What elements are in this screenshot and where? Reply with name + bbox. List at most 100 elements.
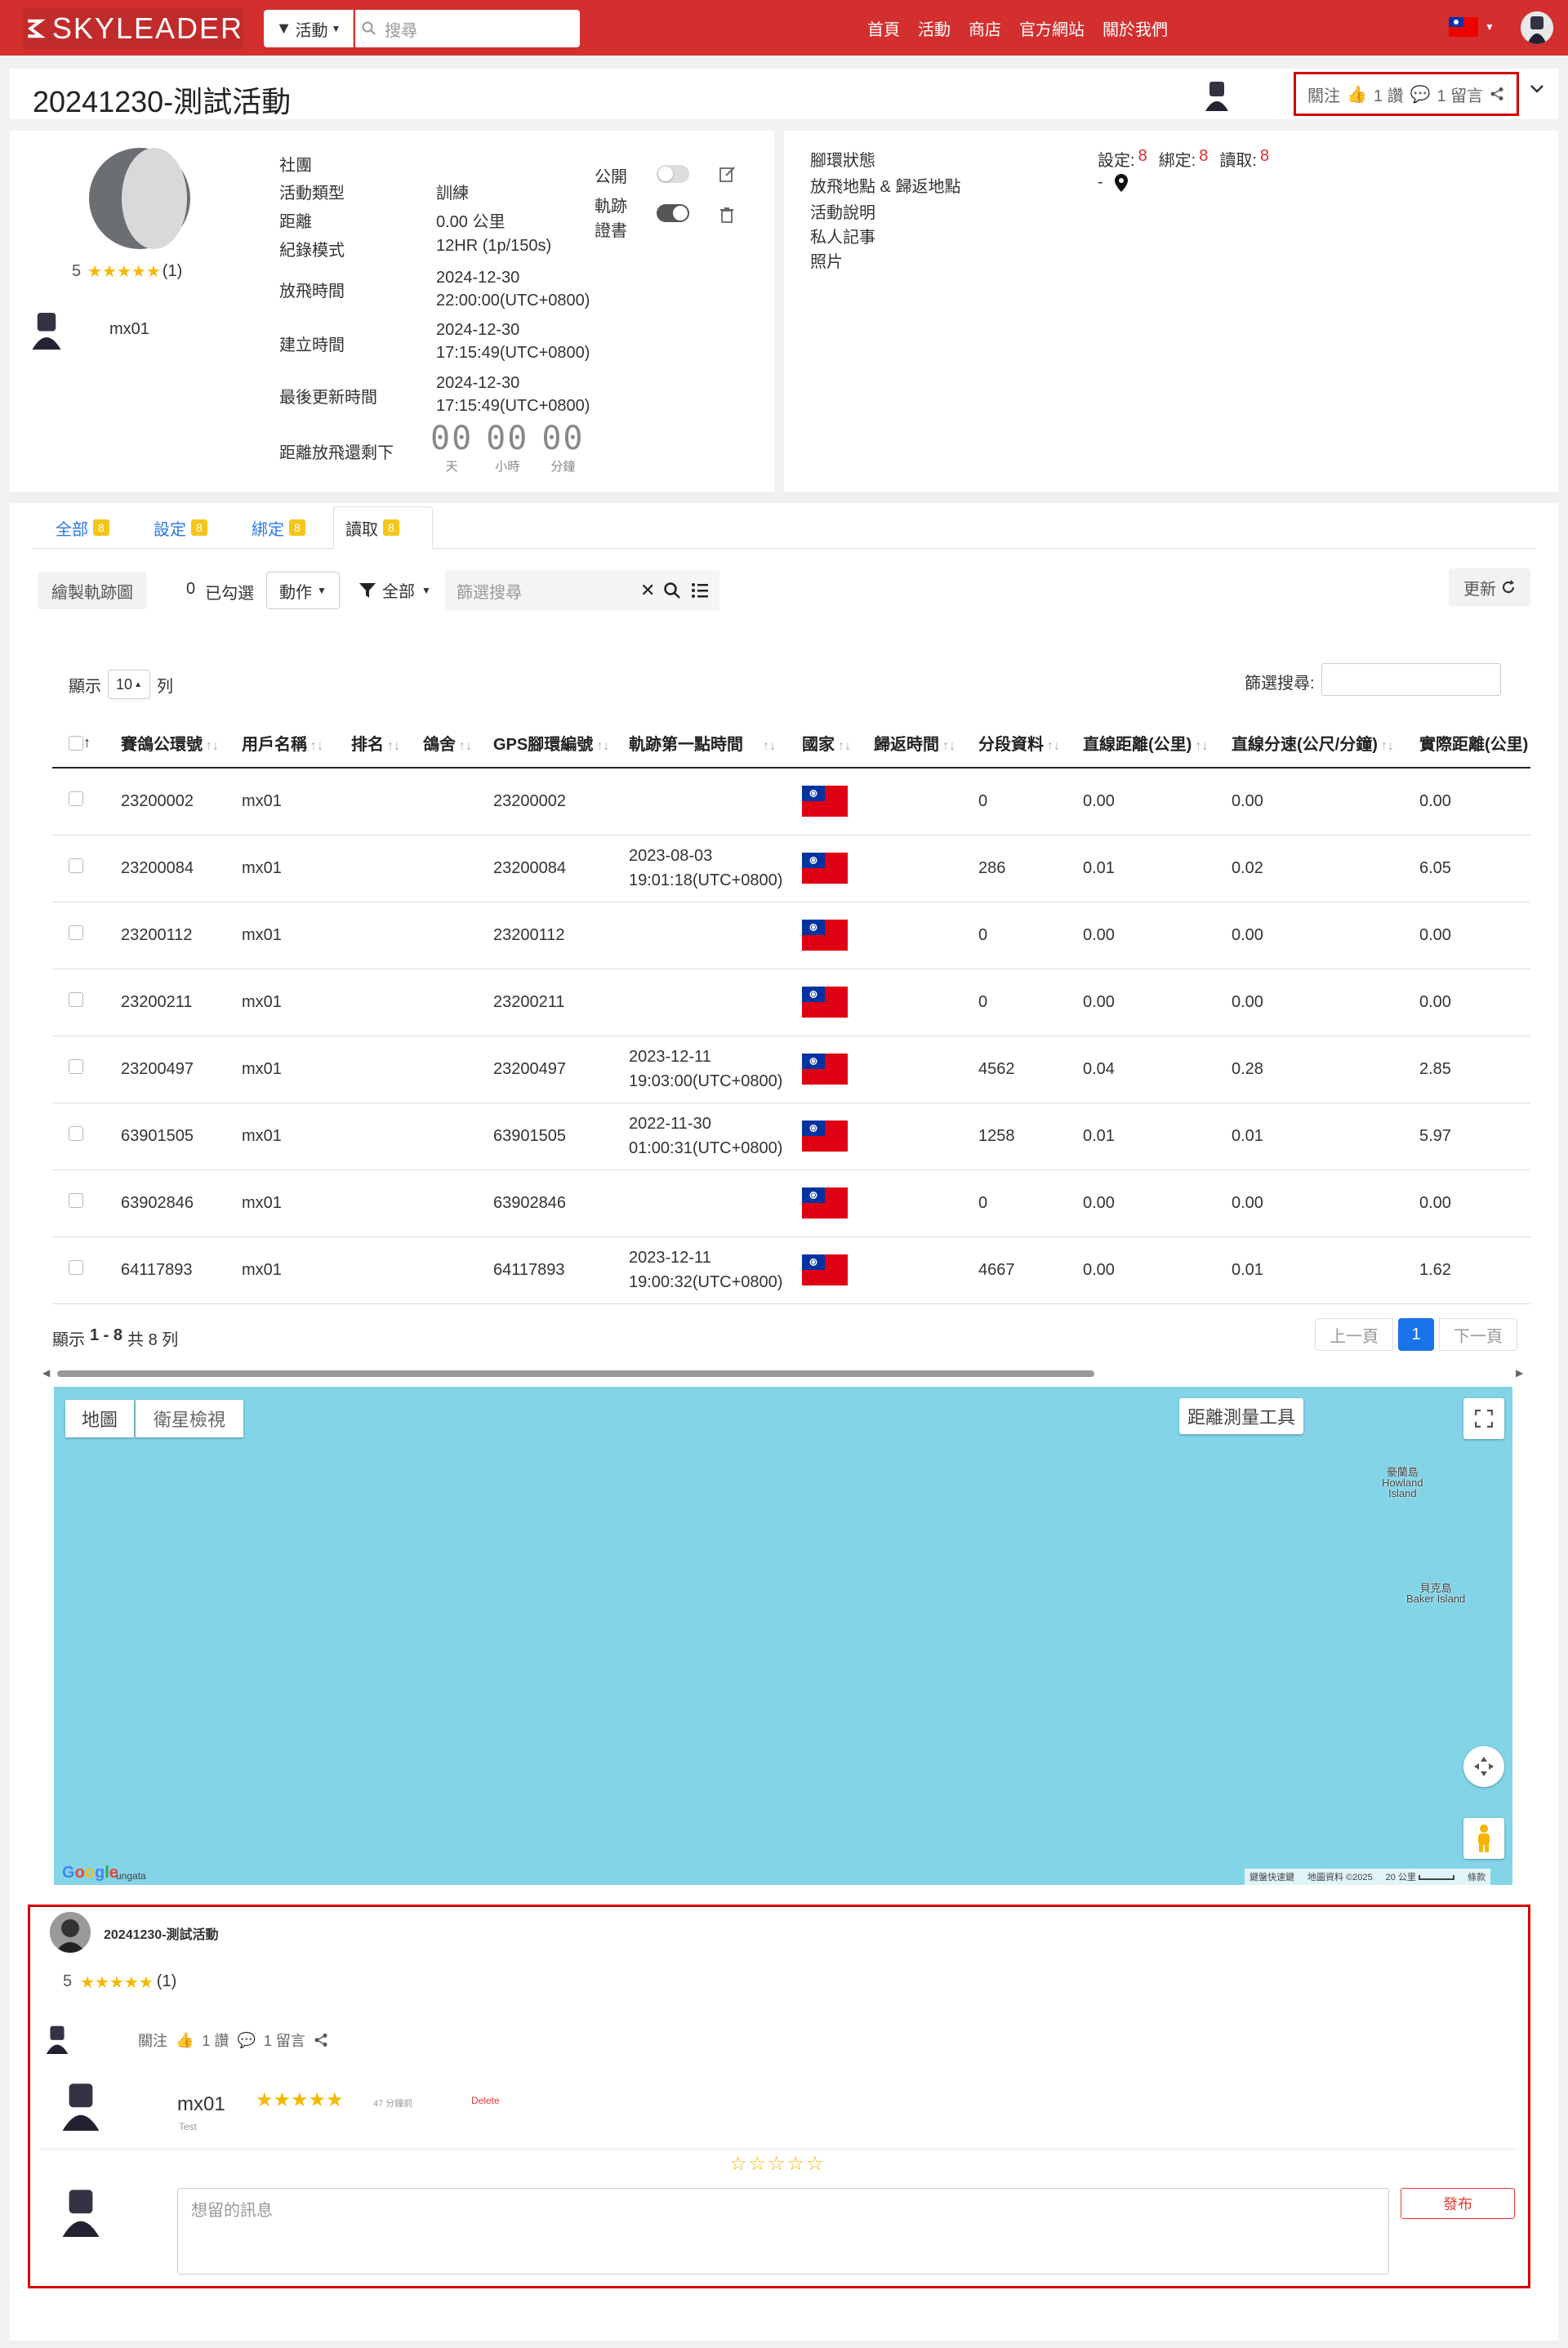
header-speed[interactable]: 直線分速(公尺/分鐘) ↑↓ <box>1232 719 1419 769</box>
rating-input-stars[interactable]: ☆☆☆☆☆ <box>729 2152 826 2176</box>
list-icon[interactable] <box>691 581 709 599</box>
select-all-header[interactable]: ↑ <box>52 719 121 769</box>
map-tab-satellite[interactable]: 衛星檢視 <box>136 1400 243 1437</box>
thumbs-up-icon[interactable]: 👍 <box>176 2032 194 2049</box>
comment-count[interactable]: 1 留言 <box>1437 82 1484 106</box>
filter-dropdown[interactable]: 全部 ▼ <box>359 578 431 602</box>
clear-icon[interactable]: ✕ <box>640 580 655 601</box>
draw-track-button[interactable]: 繪製軌跡圖 <box>38 572 147 609</box>
map-tab-map[interactable]: 地圖 <box>65 1400 134 1437</box>
header-first-point[interactable]: 軌跡第一點時間 ↑↓ <box>629 719 802 769</box>
follow-button[interactable]: 關注 <box>138 2029 167 2051</box>
table-row[interactable]: 63901505 mx01 63901505 2022-11-30 01:00:31(U… <box>52 1103 1530 1170</box>
nav-link-official[interactable]: 官方網站 <box>1019 16 1085 40</box>
nav-link-about[interactable]: 關於我們 <box>1102 16 1168 40</box>
select-all-checkbox[interactable] <box>69 735 83 751</box>
public-toggle[interactable] <box>657 165 689 183</box>
comment-count[interactable]: 1 留言 <box>264 2029 305 2051</box>
table-row[interactable]: 23200084 mx01 23200084 2023-08-03 19:01:18(U… <box>52 835 1530 902</box>
header-real-distance[interactable]: 實際距離(公里) <box>1419 719 1530 769</box>
table-row[interactable]: 23200112 mx01 23200112 0 0.00 0.00 0.00 <box>52 902 1530 969</box>
comment-icon[interactable]: 💬 <box>237 2032 255 2049</box>
trash-icon[interactable] <box>719 206 735 224</box>
next-page-button[interactable]: 下一頁 <box>1439 1318 1517 1351</box>
map-pin-icon[interactable] <box>1114 173 1128 192</box>
prev-page-button[interactable]: 上一頁 <box>1315 1318 1393 1351</box>
header-segments[interactable]: 分段資料 ↑↓ <box>978 719 1083 769</box>
comment-delete-link[interactable]: Delete <box>471 2095 500 2106</box>
nav-link-events[interactable]: 活動 <box>918 16 951 40</box>
header-rank[interactable]: 排名 ↑↓ <box>351 719 423 769</box>
thumbs-up-icon[interactable]: 👍 <box>1347 84 1367 105</box>
street-view-control[interactable] <box>1463 1818 1504 1859</box>
row-select-cell[interactable] <box>52 902 121 969</box>
row-select-cell[interactable] <box>52 969 121 1036</box>
language-selector[interactable]: ▼ <box>1449 17 1494 37</box>
user-avatar[interactable] <box>42 2023 73 2054</box>
row-checkbox[interactable] <box>69 858 83 873</box>
row-select-cell[interactable] <box>52 768 121 835</box>
row-checkbox[interactable] <box>69 1193 83 1208</box>
row-checkbox[interactable] <box>69 1126 83 1141</box>
header-ring[interactable]: 賽鴿公環號 ↑↓ <box>121 719 242 769</box>
comment-textarea[interactable]: 想留的訊息 <box>177 2188 1389 2274</box>
action-dropdown[interactable]: 動作 ▼ <box>266 572 340 609</box>
commenter-avatar[interactable] <box>55 2078 107 2131</box>
table-row[interactable]: 63902846 mx01 63902846 0 0.00 0.00 0.00 <box>52 1170 1530 1237</box>
fullscreen-button[interactable] <box>1463 1398 1504 1439</box>
nav-link-home[interactable]: 首頁 <box>867 16 900 40</box>
horizontal-scrollbar[interactable] <box>57 1370 1094 1377</box>
row-select-cell[interactable] <box>52 1170 121 1237</box>
like-count[interactable]: 1 讚 <box>202 2029 229 2051</box>
owner-avatar[interactable] <box>1200 78 1233 111</box>
comment-icon[interactable]: 💬 <box>1410 84 1431 105</box>
owner-name[interactable]: mx01 <box>109 320 149 339</box>
tab-set[interactable]: 設定 8 <box>142 506 219 549</box>
map-terms-link[interactable]: 條款 <box>1468 1870 1486 1883</box>
share-icon[interactable] <box>314 2033 328 2047</box>
row-select-cell[interactable] <box>52 1103 121 1170</box>
share-icon[interactable] <box>1490 87 1504 101</box>
map-rotate-control[interactable] <box>1463 1746 1504 1787</box>
page-size-select[interactable]: 10 ▲ <box>108 670 150 699</box>
table-row[interactable]: 23200211 mx01 23200211 0 0.00 0.00 0.00 <box>52 969 1530 1036</box>
like-count[interactable]: 1 讚 <box>1374 82 1404 106</box>
tab-all[interactable]: 全部 8 <box>44 506 121 549</box>
search-icon[interactable] <box>663 581 681 599</box>
follow-button[interactable]: 關注 <box>1307 82 1340 106</box>
track-toggle[interactable] <box>657 204 689 222</box>
search-filter-dropdown[interactable]: ▼ 活動 ▼ <box>264 10 354 47</box>
row-checkbox[interactable] <box>69 992 83 1007</box>
nav-link-shop[interactable]: 商店 <box>969 16 1001 40</box>
distance-measure-button[interactable]: 距離測量工具 <box>1179 1398 1303 1434</box>
table-search-input[interactable] <box>1321 663 1501 696</box>
row-select-cell[interactable] <box>52 835 121 902</box>
user-avatar[interactable] <box>1521 11 1553 44</box>
row-checkbox[interactable] <box>69 1260 83 1275</box>
owner-avatar[interactable] <box>26 309 67 350</box>
scroll-right-arrow[interactable]: ▶ <box>1516 1367 1523 1379</box>
page-1-button[interactable]: 1 <box>1398 1318 1434 1351</box>
row-select-cell[interactable] <box>52 1236 121 1304</box>
header-user[interactable]: 用戶名稱 ↑↓ <box>242 719 351 769</box>
header-gps[interactable]: GPS腳環編號 ↑↓ <box>493 719 629 769</box>
row-checkbox[interactable] <box>69 1059 83 1074</box>
header-return-time[interactable]: 歸返時間 ↑↓ <box>874 719 978 769</box>
skyleader-logo[interactable]: SKYLEADER <box>23 8 243 49</box>
table-row[interactable]: 64117893 mx01 64117893 2023-12-11 19:00:32(U… <box>52 1236 1530 1304</box>
table-row[interactable]: 23200497 mx01 23200497 2023-12-11 19:03:00(U… <box>52 1036 1530 1103</box>
row-checkbox[interactable] <box>69 791 83 807</box>
chevron-down-icon[interactable] <box>1529 83 1545 95</box>
table-row[interactable]: 23200002 mx01 23200002 0 0.00 0.00 0.00 <box>52 768 1530 835</box>
map-shortcuts-link[interactable]: 鍵盤快速鍵 <box>1250 1870 1294 1883</box>
scroll-left-arrow[interactable]: ◀ <box>42 1367 50 1379</box>
tab-read[interactable]: 讀取 8 <box>333 506 433 549</box>
row-select-cell[interactable] <box>52 1036 121 1103</box>
nav-search-input[interactable]: 搜尋 <box>355 10 580 47</box>
edit-icon[interactable] <box>719 165 737 183</box>
commenter-name[interactable]: mx01 <box>177 2093 225 2116</box>
tab-bind[interactable]: 綁定 8 <box>240 506 317 549</box>
header-loft[interactable]: 鴿舍 ↑↓ <box>423 719 493 769</box>
submit-comment-button[interactable]: 發布 <box>1401 2188 1515 2219</box>
map-view[interactable]: 地圖 衛星檢視 距離測量工具 豪蘭島 Howland Island 貝克島 Baker… <box>54 1387 1512 1885</box>
